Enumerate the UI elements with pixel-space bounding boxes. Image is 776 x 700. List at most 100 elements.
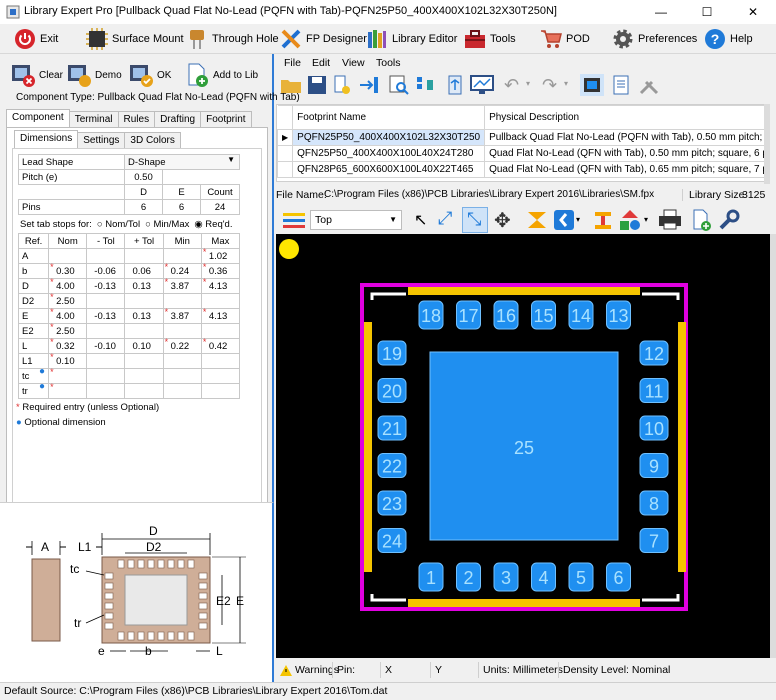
pins-e-input[interactable]: 6 bbox=[162, 199, 201, 215]
dimension-cell[interactable] bbox=[162, 323, 202, 339]
warnings-status[interactable]: Warnings bbox=[276, 662, 339, 678]
wrench-screwdriver-icon[interactable] bbox=[638, 74, 660, 96]
import-icon[interactable] bbox=[358, 74, 380, 96]
dimension-cell[interactable] bbox=[200, 293, 241, 309]
pod-button[interactable]: POD bbox=[540, 27, 590, 51]
footprint-name-cell[interactable]: QFN28P65_600X600X100L40X22T465 bbox=[292, 161, 486, 178]
footprint-name-cell[interactable]: QFN25P50_400X400X100L40X24T280 bbox=[292, 145, 486, 162]
dimension-cell[interactable] bbox=[86, 293, 126, 309]
undo-icon[interactable]: ↶ bbox=[504, 75, 519, 96]
dimension-cell[interactable]: * 1.02 bbox=[200, 247, 241, 264]
dimension-cell[interactable]: * 0.32 bbox=[48, 337, 88, 354]
dimension-cell[interactable]: * 0.36 bbox=[200, 262, 241, 279]
dimension-cell[interactable] bbox=[200, 353, 241, 369]
redo-icon[interactable]: ↷ bbox=[542, 75, 557, 96]
dimension-cell[interactable]: * 0.22 bbox=[162, 337, 202, 354]
pin-map-icon[interactable] bbox=[414, 74, 436, 96]
description-cell[interactable]: Quad Flat No-Lead (QFN with Tab), 0.65 m… bbox=[484, 161, 769, 178]
dimension-cell[interactable] bbox=[124, 248, 164, 264]
zoom-extents-icon[interactable]: ⤢ bbox=[438, 208, 452, 229]
radio-reqd[interactable]: ◉ Req'd. bbox=[194, 219, 232, 230]
dimension-cell[interactable]: -0.13 bbox=[86, 278, 126, 294]
dimension-cell[interactable]: * 3.87 bbox=[162, 277, 202, 294]
tab-drafting[interactable]: Drafting bbox=[154, 111, 202, 127]
export-icon[interactable] bbox=[332, 74, 354, 96]
header-physical-description[interactable]: Physical Description bbox=[484, 105, 769, 130]
tab-footprint[interactable]: Footprint bbox=[200, 111, 252, 127]
pitch-input[interactable]: 0.50 bbox=[124, 169, 163, 185]
help-button[interactable]: ? Help bbox=[704, 27, 753, 51]
description-cell[interactable]: Pullback Quad Flat No-Lead (PQFN with Ta… bbox=[484, 129, 769, 146]
menu-view[interactable]: View bbox=[342, 57, 365, 69]
minimize-button[interactable]: — bbox=[638, 0, 684, 24]
tab-settings[interactable]: Settings bbox=[77, 132, 126, 148]
dimension-cell[interactable]: 0.13 bbox=[124, 278, 164, 294]
undo-dropdown-icon[interactable]: ▾ bbox=[526, 79, 530, 88]
pan-icon[interactable]: ✥ bbox=[494, 208, 511, 233]
demo-button[interactable]: Demo bbox=[66, 60, 122, 90]
dimension-cell[interactable]: 0.13 bbox=[124, 308, 164, 324]
preferences-button[interactable]: Preferences bbox=[612, 27, 697, 51]
dimension-cell[interactable]: * 0.30 bbox=[48, 262, 88, 279]
tab-component[interactable]: Component bbox=[6, 109, 70, 127]
canvas-scrollbar[interactable] bbox=[770, 234, 776, 658]
dimension-cell[interactable] bbox=[124, 368, 164, 384]
dimension-cell[interactable] bbox=[48, 248, 88, 264]
menu-file[interactable]: File bbox=[284, 57, 301, 69]
dimension-cell[interactable] bbox=[124, 323, 164, 339]
tab-dimensions[interactable]: Dimensions bbox=[14, 130, 79, 148]
library-editor-button[interactable]: Library Editor bbox=[366, 27, 457, 51]
wrench-icon[interactable] bbox=[718, 209, 740, 231]
dimension-cell[interactable] bbox=[86, 383, 126, 399]
dimension-cell[interactable]: * 4.13 bbox=[200, 277, 241, 294]
radio-nom-tol[interactable]: ○ Nom/Tol bbox=[97, 219, 140, 230]
dimension-cell[interactable]: * 4.00 bbox=[48, 307, 88, 324]
dimension-cell[interactable]: * 4.00 bbox=[48, 277, 88, 294]
dimension-cell[interactable]: * 0.24 bbox=[162, 262, 202, 279]
zoom-fit-button[interactable]: ⤡ bbox=[462, 207, 488, 233]
back-dropdown-icon[interactable]: ▾ bbox=[576, 215, 580, 224]
close-button[interactable]: ✕ bbox=[730, 0, 776, 24]
chip-view-icon[interactable] bbox=[580, 74, 604, 96]
dimension-cell[interactable] bbox=[200, 323, 241, 339]
add-to-lib-button[interactable]: Add to Lib bbox=[184, 60, 258, 90]
dimension-cell[interactable]: * bbox=[48, 367, 88, 384]
dimension-cell[interactable] bbox=[200, 383, 241, 399]
find-icon[interactable] bbox=[388, 74, 410, 96]
mirror-icon[interactable] bbox=[526, 210, 548, 230]
dimension-cell[interactable]: -0.10 bbox=[86, 338, 126, 354]
dimension-cell[interactable] bbox=[124, 293, 164, 309]
dimension-cell[interactable]: * bbox=[48, 382, 88, 399]
dimension-cell[interactable] bbox=[162, 383, 202, 399]
pointer-icon[interactable]: ↖ bbox=[414, 210, 427, 230]
description-cell[interactable]: Quad Flat No-Lead (QFN with Tab), 0.50 m… bbox=[484, 145, 769, 162]
menu-edit[interactable]: Edit bbox=[312, 57, 330, 69]
dimension-cell[interactable]: 0.10 bbox=[124, 338, 164, 354]
footprint-canvas[interactable]: 25 1 2 3 4 5 6 18 17 16 15 14 13 19 20 21 22 23 24 12 11 10 9… bbox=[276, 234, 770, 658]
dimension-cell[interactable] bbox=[86, 323, 126, 339]
dimension-cell[interactable]: 0.06 bbox=[124, 263, 164, 279]
dimension-cell[interactable] bbox=[162, 368, 202, 384]
table-scrollbar[interactable] bbox=[764, 104, 770, 184]
table-row[interactable]: QFN25P50_400X400X100L40X24T280 Quad Flat… bbox=[277, 145, 769, 162]
dimension-cell[interactable] bbox=[124, 353, 164, 369]
tools-button[interactable]: Tools bbox=[464, 27, 516, 51]
print-icon[interactable] bbox=[658, 209, 682, 231]
dimension-cell[interactable]: * 3.87 bbox=[162, 307, 202, 324]
shapes-icon[interactable] bbox=[618, 209, 642, 231]
dimension-cell[interactable] bbox=[86, 368, 126, 384]
dimension-cell[interactable] bbox=[162, 353, 202, 369]
maximize-button[interactable]: ☐ bbox=[684, 0, 730, 24]
report-icon[interactable] bbox=[610, 74, 632, 96]
menu-tools[interactable]: Tools bbox=[376, 57, 401, 69]
footprint-name-cell[interactable]: PQFN25P50_400X400X102L32X30T250 bbox=[292, 129, 486, 146]
exit-button[interactable]: Exit bbox=[14, 27, 58, 51]
fp-designer-button[interactable]: FP Designer bbox=[280, 27, 367, 51]
dimension-cell[interactable]: * 0.10 bbox=[48, 352, 88, 369]
clear-button[interactable]: Clear bbox=[10, 60, 63, 90]
monitor-icon[interactable] bbox=[470, 74, 494, 96]
table-row[interactable]: QFN28P65_600X600X100L40X22T465 Quad Flat… bbox=[277, 161, 769, 178]
filter-icon[interactable] bbox=[444, 74, 466, 96]
dimension-cell[interactable] bbox=[86, 353, 126, 369]
surface-mount-button[interactable]: Surface Mount bbox=[86, 27, 184, 51]
